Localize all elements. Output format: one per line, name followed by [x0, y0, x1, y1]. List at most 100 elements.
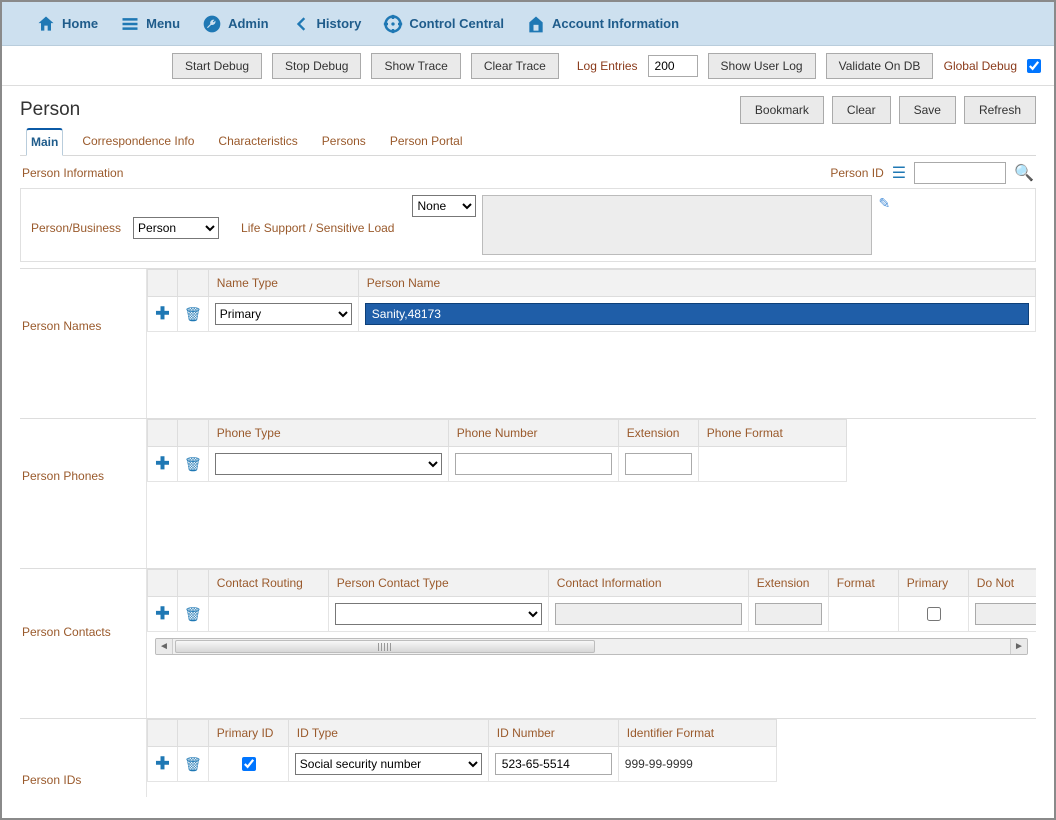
nav-control-central-label: Control Central	[409, 16, 504, 31]
phone-number-input[interactable]	[455, 453, 612, 475]
home-icon	[36, 14, 56, 34]
table-row: ✚ 🗑 Primary	[148, 297, 1036, 332]
person-ids-label: Person IDs	[20, 719, 146, 797]
nav-menu[interactable]: Menu	[120, 14, 180, 34]
nav-account-info-label: Account Information	[552, 16, 679, 31]
wrench-icon	[202, 14, 222, 34]
table-row: ✚ 🗑	[148, 447, 847, 482]
person-information-label: Person Information	[22, 166, 123, 180]
contact-info-input[interactable]	[555, 603, 742, 625]
horizontal-scrollbar[interactable]: ◄ ►	[155, 638, 1028, 655]
add-row-icon[interactable]: ✚	[155, 754, 169, 773]
nav-history[interactable]: History	[291, 14, 362, 34]
life-support-label: Life Support / Sensitive Load	[241, 221, 394, 235]
save-button[interactable]: Save	[899, 96, 956, 124]
log-entries-input[interactable]	[648, 55, 698, 77]
delete-row-icon[interactable]: 🗑	[184, 456, 202, 472]
col-primary-id: Primary ID	[208, 720, 288, 747]
search-icon[interactable]: 🔍	[1014, 163, 1034, 183]
id-number-input[interactable]	[495, 753, 612, 775]
col-name-type: Name Type	[208, 270, 358, 297]
nav-admin[interactable]: Admin	[202, 14, 268, 34]
tab-characteristics[interactable]: Characteristics	[213, 128, 302, 155]
col-contact-donot: Do Not	[968, 570, 1036, 597]
notes-textarea[interactable]	[482, 195, 872, 255]
col-id-number: ID Number	[488, 720, 618, 747]
person-name-input[interactable]	[365, 303, 1029, 325]
col-id-format: Identifier Format	[618, 720, 776, 747]
tab-portal[interactable]: Person Portal	[385, 128, 468, 155]
delete-row-icon[interactable]: 🗑	[184, 606, 202, 622]
id-type-select[interactable]: Social security number	[295, 753, 482, 775]
col-contact-format: Format	[828, 570, 898, 597]
col-contact-routing: Contact Routing	[208, 570, 328, 597]
id-format-cell: 999-99-9999	[618, 747, 776, 782]
bookmark-button[interactable]: Bookmark	[740, 96, 824, 124]
col-phone-format: Phone Format	[698, 420, 846, 447]
table-row: ✚ 🗑 Social security number 999-99-9999	[148, 747, 777, 782]
scroll-left-button[interactable]: ◄	[156, 639, 173, 654]
validate-button[interactable]: Validate On DB	[826, 53, 934, 79]
nav-control-central[interactable]: Control Central	[383, 14, 504, 34]
add-row-icon[interactable]: ✚	[155, 304, 169, 323]
delete-row-icon[interactable]: 🗑	[184, 756, 202, 772]
log-entries-label: Log Entries	[577, 59, 638, 73]
add-row-icon[interactable]: ✚	[155, 604, 169, 623]
tab-persons[interactable]: Persons	[317, 128, 371, 155]
phone-type-select[interactable]	[215, 453, 442, 475]
debug-bar: Start Debug Stop Debug Show Trace Clear …	[2, 46, 1054, 86]
table-row: ✚ 🗑	[148, 597, 1037, 632]
name-type-select[interactable]: Primary	[215, 303, 352, 325]
context-menu-icon[interactable]: ☰	[892, 163, 906, 183]
contact-ext-input[interactable]	[755, 603, 822, 625]
notes-select[interactable]: None	[412, 195, 476, 217]
col-contact-info: Contact Information	[548, 570, 748, 597]
global-debug-checkbox[interactable]	[1027, 59, 1041, 73]
col-contact-type: Person Contact Type	[328, 570, 548, 597]
show-user-log-button[interactable]: Show User Log	[708, 53, 816, 79]
clear-trace-button[interactable]: Clear Trace	[471, 53, 559, 79]
person-id-label: Person ID	[830, 166, 883, 180]
person-business-select[interactable]: Person	[133, 217, 219, 239]
contact-type-select[interactable]	[335, 603, 542, 625]
tab-main[interactable]: Main	[26, 128, 63, 156]
tabs: Main Correspondence Info Characteristics…	[20, 128, 1036, 156]
scroll-right-button[interactable]: ►	[1010, 639, 1027, 654]
phone-extension-input[interactable]	[625, 453, 692, 475]
col-person-name: Person Name	[358, 270, 1035, 297]
clear-button[interactable]: Clear	[832, 96, 891, 124]
person-id-input[interactable]	[914, 162, 1006, 184]
stop-debug-button[interactable]: Stop Debug	[272, 53, 361, 79]
top-nav: Home Menu Admin History Control Central …	[2, 2, 1054, 46]
delete-row-icon[interactable]: 🗑	[184, 306, 202, 322]
start-debug-button[interactable]: Start Debug	[172, 53, 262, 79]
contact-primary-checkbox[interactable]	[927, 607, 941, 621]
nav-admin-label: Admin	[228, 16, 268, 31]
chevron-left-icon	[291, 14, 311, 34]
person-phones-label: Person Phones	[20, 419, 146, 568]
person-business-label: Person/Business	[31, 221, 121, 235]
nav-history-label: History	[317, 16, 362, 31]
nav-account-info[interactable]: Account Information	[526, 14, 679, 34]
primary-id-checkbox[interactable]	[242, 757, 256, 771]
person-names-label: Person Names	[20, 269, 146, 418]
col-phone-type: Phone Type	[208, 420, 448, 447]
building-icon	[526, 14, 546, 34]
nav-home-label: Home	[62, 16, 98, 31]
nav-menu-label: Menu	[146, 16, 180, 31]
show-trace-button[interactable]: Show Trace	[371, 53, 460, 79]
page-title: Person	[20, 99, 80, 121]
phone-format-cell	[698, 447, 846, 482]
scroll-thumb[interactable]	[175, 640, 595, 653]
col-contact-ext: Extension	[748, 570, 828, 597]
add-row-icon[interactable]: ✚	[155, 454, 169, 473]
person-contacts-label: Person Contacts	[20, 569, 146, 718]
menu-icon	[120, 14, 140, 34]
target-icon	[383, 14, 403, 34]
pencil-icon[interactable]: ✎	[878, 195, 890, 212]
refresh-button[interactable]: Refresh	[964, 96, 1036, 124]
contact-donot-input[interactable]	[975, 603, 1036, 625]
nav-home[interactable]: Home	[36, 14, 98, 34]
col-id-type: ID Type	[288, 720, 488, 747]
tab-correspondence[interactable]: Correspondence Info	[77, 128, 199, 155]
